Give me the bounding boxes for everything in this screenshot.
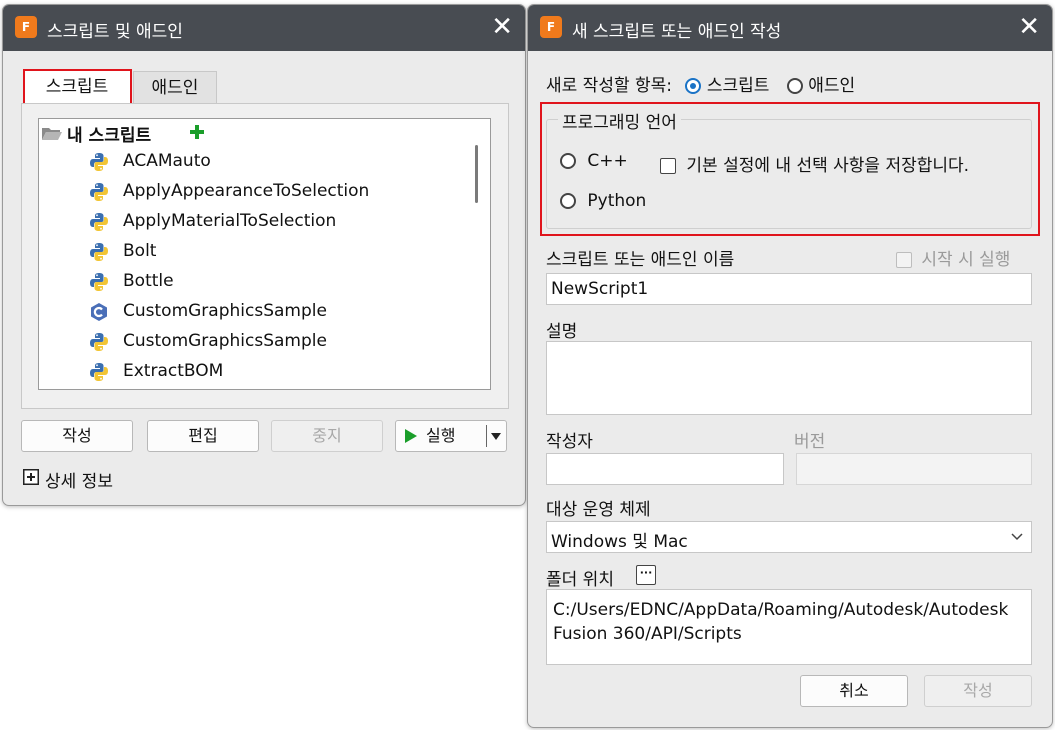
description-label: 설명 xyxy=(546,322,578,342)
chevron-down-icon[interactable] xyxy=(491,433,501,440)
folder-path-value: C:/Users/EDNC/AppData/Roaming/Autodesk/A… xyxy=(553,600,1009,644)
create-button-label: 작성 xyxy=(963,681,993,700)
scripts-addins-window: F 스크립트 및 애드인 ✕ 스크립트 애드인 내 스크립트 ACAMauto A… xyxy=(2,4,526,506)
tree-root[interactable]: 내 스크립트 xyxy=(39,119,339,147)
radio-addin[interactable]: 애드인 xyxy=(786,76,856,96)
python-icon xyxy=(90,243,108,261)
highlight-box-scripts-tab xyxy=(23,69,132,105)
tree-root-label: 내 스크립트 xyxy=(67,126,152,146)
run-on-startup-label: 시작 시 실행 xyxy=(921,250,1011,270)
version-label: 버전 xyxy=(794,432,826,452)
radio-addin-label: 애드인 xyxy=(808,76,856,96)
highlight-box-language xyxy=(540,102,1040,236)
folder-label: 폴더 위치 xyxy=(546,570,614,590)
script-tree[interactable]: 내 스크립트 ACAMauto ApplyAppearanceToSelectio… xyxy=(38,118,491,390)
fusion-app-icon: F xyxy=(15,16,37,38)
tree-item-label: CustomGraphicsSample xyxy=(123,301,327,321)
tree-item-label: Bottle xyxy=(123,271,174,291)
close-icon[interactable]: ✕ xyxy=(491,12,513,42)
tree-item[interactable]: ApplyAppearanceToSelection xyxy=(89,177,469,205)
os-select[interactable]: Windows 및 Mac xyxy=(546,521,1032,553)
play-icon xyxy=(405,429,417,443)
os-label: 대상 운영 체제 xyxy=(546,500,651,520)
details-label: 상세 정보 xyxy=(45,472,113,492)
ellipsis-icon: ··· xyxy=(639,566,653,579)
chevron-down-icon xyxy=(1011,533,1023,541)
run-button-label: 실행 xyxy=(426,426,456,445)
name-field[interactable]: NewScript1 xyxy=(546,273,1032,305)
expand-plus-icon xyxy=(23,469,39,485)
author-label: 작성자 xyxy=(546,432,593,452)
stop-button-label: 중지 xyxy=(312,426,342,445)
folder-browse-button[interactable]: ··· xyxy=(636,565,656,585)
tree-item-label: CustomGraphicsSample xyxy=(123,331,327,351)
python-icon xyxy=(90,363,108,381)
name-label: 스크립트 또는 애드인 이름 xyxy=(546,250,735,270)
new-script-dialog: F 새 스크립트 또는 애드인 작성 ✕ 새로 작성할 항목: 스크립트 애드인… xyxy=(527,4,1053,728)
fusion-app-icon: F xyxy=(540,16,562,38)
create-button[interactable]: 작성 xyxy=(21,420,133,452)
radio-script-label: 스크립트 xyxy=(706,76,770,96)
cancel-button[interactable]: 취소 xyxy=(800,675,908,707)
create-button[interactable]: 작성 xyxy=(924,675,1032,707)
tab-addins-label: 애드인 xyxy=(151,78,199,98)
tree-item-label: Bolt xyxy=(123,241,157,261)
tab-addins[interactable]: 애드인 xyxy=(133,71,217,104)
tree-item[interactable]: ACAMauto xyxy=(89,147,469,175)
os-select-value: Windows 및 Mac xyxy=(551,532,688,552)
window-title: 스크립트 및 애드인 xyxy=(47,22,183,42)
edit-button-label: 편집 xyxy=(188,426,218,445)
description-field[interactable] xyxy=(546,341,1032,415)
folder-open-icon xyxy=(42,128,62,140)
version-field[interactable] xyxy=(796,453,1032,485)
close-icon[interactable]: ✕ xyxy=(1018,12,1040,42)
run-on-startup-checkbox[interactable] xyxy=(896,252,912,268)
tree-item[interactable]: ApplyMaterialToSelection xyxy=(89,207,469,235)
stop-button[interactable]: 중지 xyxy=(271,420,383,452)
python-icon xyxy=(90,183,108,201)
tree-item[interactable]: CustomGraphicsSample xyxy=(89,327,469,355)
folder-path-field[interactable]: C:/Users/EDNC/AppData/Roaming/Autodesk/A… xyxy=(546,589,1032,665)
run-on-startup-option[interactable]: 시작 시 실행 xyxy=(896,245,1010,270)
run-dropdown-divider xyxy=(486,425,487,447)
python-icon xyxy=(90,333,108,351)
tree-item[interactable]: CustomGraphicsSample xyxy=(89,297,469,325)
title-bar: F 스크립트 및 애드인 ✕ xyxy=(3,5,525,51)
name-field-value: NewScript1 xyxy=(551,279,649,299)
python-icon xyxy=(90,273,108,291)
add-icon[interactable] xyxy=(189,124,205,140)
radio-addin-button[interactable] xyxy=(786,78,803,94)
cancel-button-label: 취소 xyxy=(839,681,869,700)
tree-item[interactable]: ExtractBOM xyxy=(89,357,469,385)
create-type-label: 새로 작성할 항목: xyxy=(546,76,673,96)
cpp-icon xyxy=(91,303,107,321)
run-button[interactable]: 실행 xyxy=(395,420,507,452)
tree-item[interactable]: Bottle xyxy=(89,267,469,295)
python-icon xyxy=(90,213,108,231)
title-bar: F 새 스크립트 또는 애드인 작성 ✕ xyxy=(528,5,1052,51)
tree-item-label: ACAMauto xyxy=(123,151,211,171)
radio-script[interactable]: 스크립트 xyxy=(685,76,774,96)
radio-script-button[interactable] xyxy=(685,78,702,94)
edit-button[interactable]: 편집 xyxy=(147,420,259,452)
tree-scrollbar[interactable] xyxy=(475,145,478,203)
dialog-title: 새 스크립트 또는 애드인 작성 xyxy=(572,22,782,42)
tree-item-label: ApplyAppearanceToSelection xyxy=(123,181,370,201)
create-button-label: 작성 xyxy=(62,426,92,445)
tree-item-label: ApplyMaterialToSelection xyxy=(123,211,337,231)
tab-panel: 내 스크립트 ACAMauto ApplyAppearanceToSelectio… xyxy=(21,103,509,409)
tree-item[interactable]: Bolt xyxy=(89,237,469,265)
python-icon xyxy=(90,153,108,171)
tree-item-label: ExtractBOM xyxy=(123,361,224,381)
author-field[interactable] xyxy=(546,453,784,485)
create-type-row: 새로 작성할 항목: 스크립트 애드인 xyxy=(546,71,856,96)
